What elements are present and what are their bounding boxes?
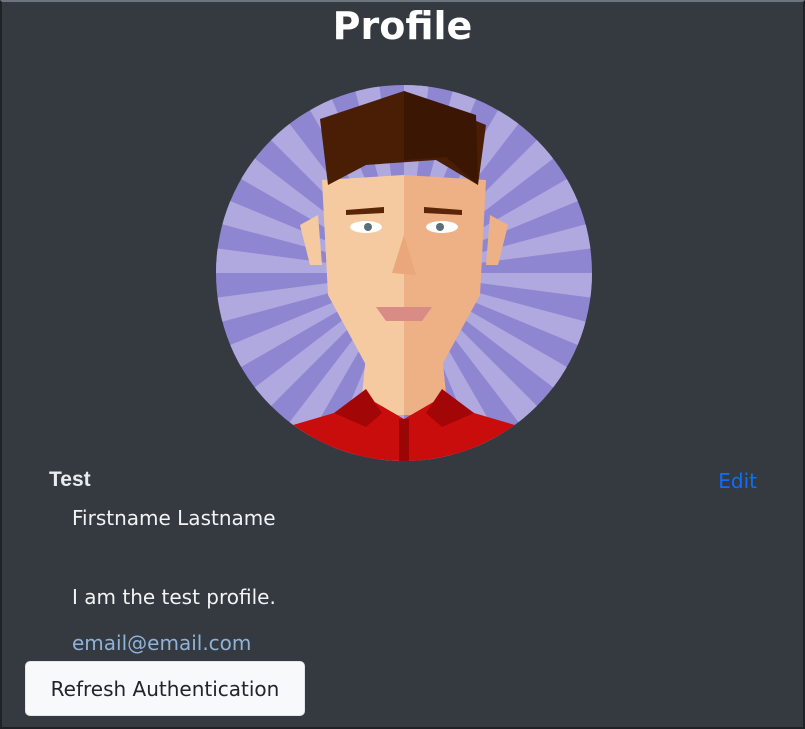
profile-username: Test [49,468,91,491]
profile-bio: I am the test profile. [72,585,276,609]
page-title: Profile [332,4,473,48]
profile-email: email@email.com [72,631,252,655]
edit-profile-link[interactable]: Edit [718,467,757,495]
profile-full-name: Firstname Lastname [72,506,276,530]
refresh-authentication-button[interactable]: Refresh Authentication [25,661,305,716]
profile-avatar [216,85,592,461]
